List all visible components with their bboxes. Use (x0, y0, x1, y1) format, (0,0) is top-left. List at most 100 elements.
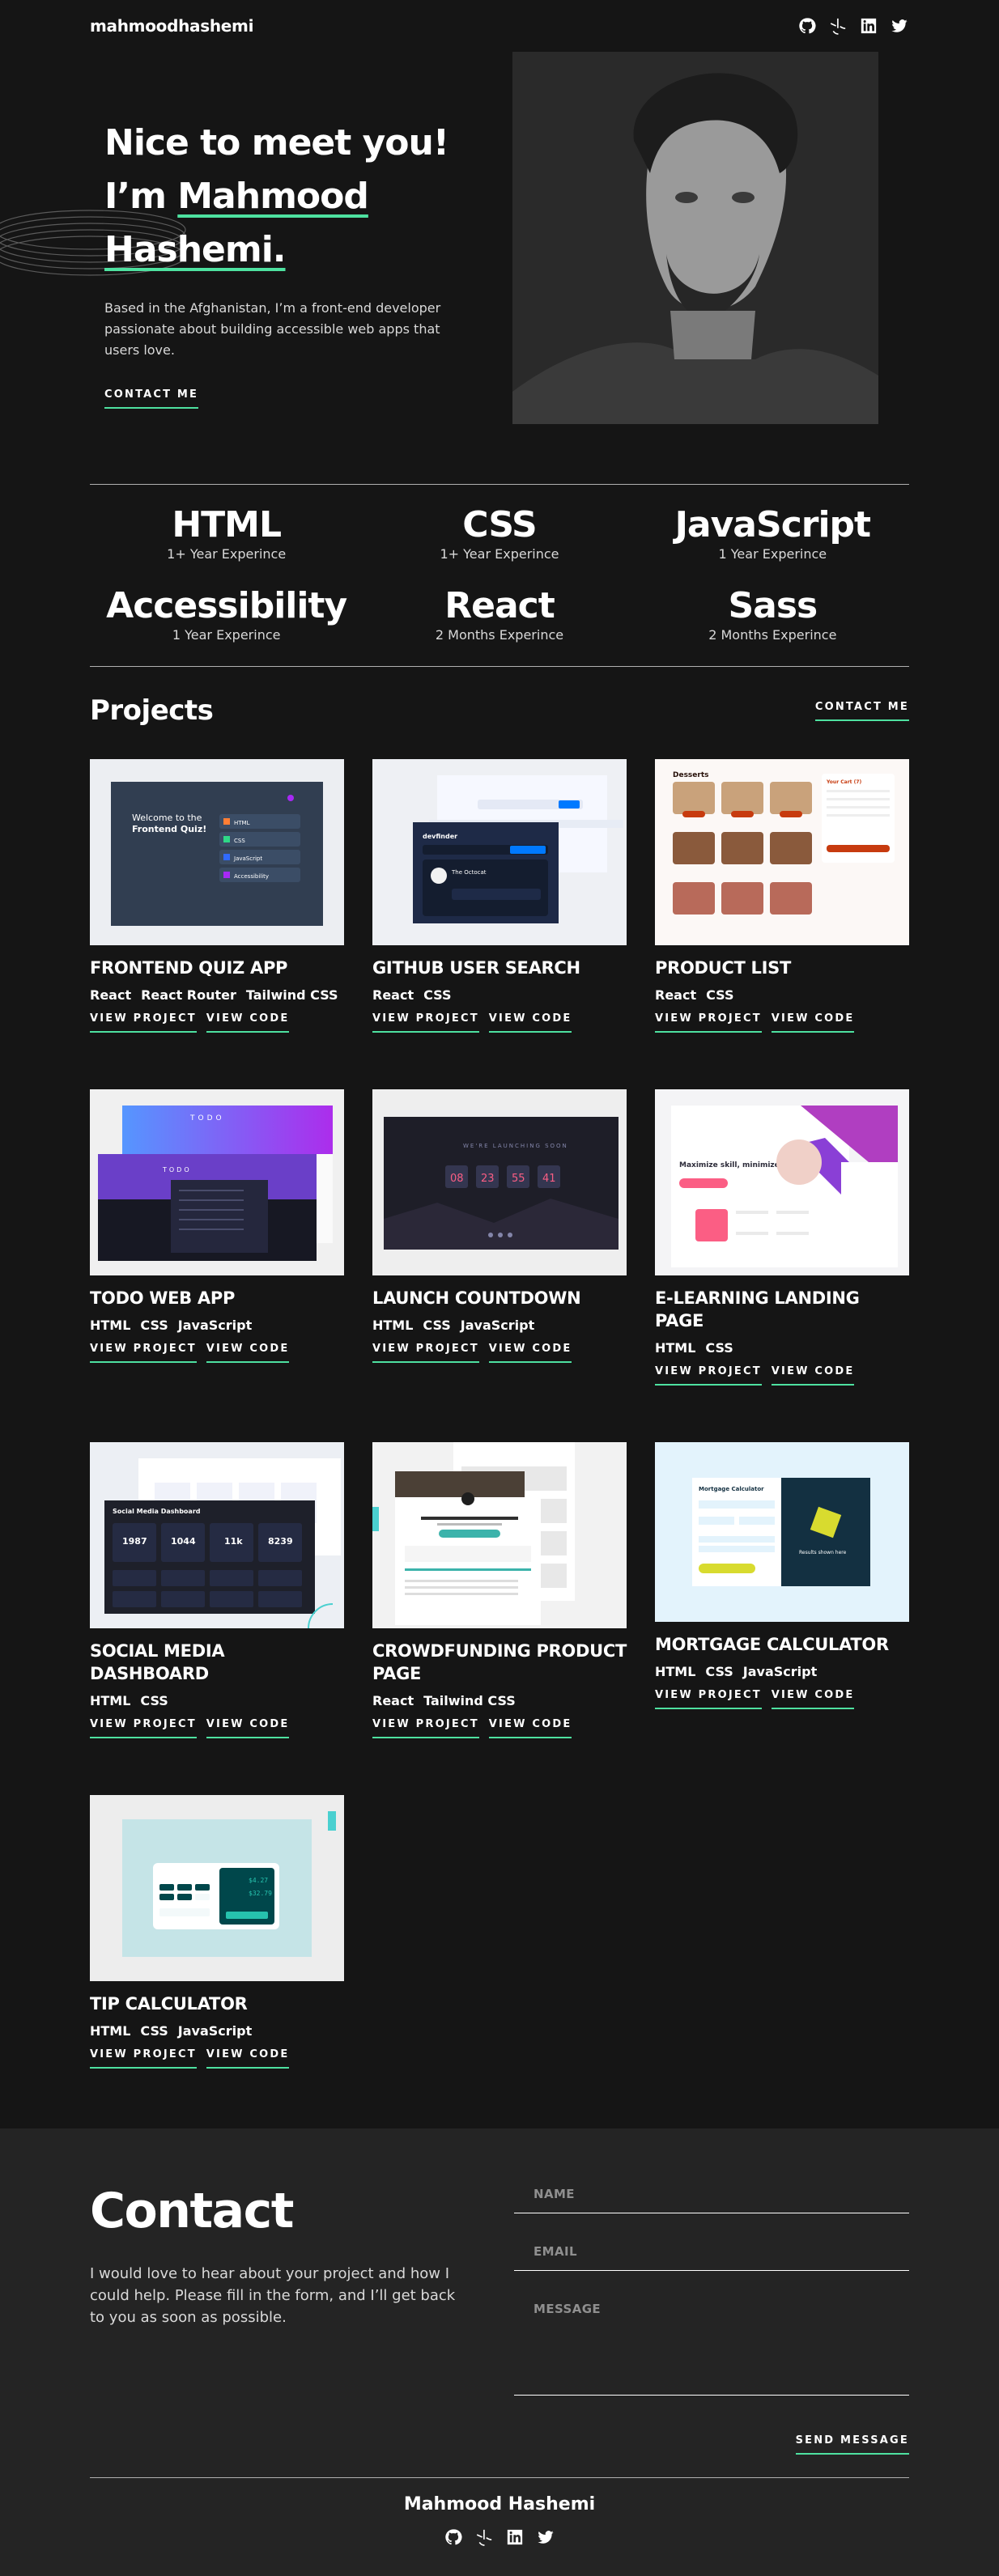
project-thumbnail-product-list[interactable]: Desserts Your Cart (7) (655, 759, 909, 945)
view-code-button[interactable]: VIEW CODE (488, 1012, 572, 1033)
brand-logo[interactable]: mahmoodhashemi (90, 16, 253, 36)
project-tags: React React Router Tailwind CSS (90, 987, 344, 1003)
dashboard-stat: 1987 (122, 1536, 147, 1547)
project-tag: CSS (140, 1318, 168, 1333)
project-tag: React (372, 987, 414, 1003)
project-actions: VIEW PROJECT VIEW CODE (90, 1012, 344, 1033)
project-tags: HTML CSS (90, 1693, 344, 1708)
view-code-button[interactable]: VIEW CODE (206, 1718, 290, 1738)
countdown-days: 08 (450, 1173, 464, 1185)
project-tag: CSS (706, 987, 734, 1003)
view-code-button[interactable]: VIEW CODE (206, 1012, 290, 1033)
projects-contact-button[interactable]: CONTACT ME (814, 701, 909, 721)
footer-social-links (90, 2527, 909, 2547)
project-thumbnail-elearning[interactable]: Maximize skill, minimize budget (655, 1089, 909, 1275)
skill-name: HTML (172, 504, 282, 545)
project-actions: VIEW PROJECT VIEW CODE (90, 2048, 344, 2069)
message-field[interactable]: MESSAGE (514, 2295, 909, 2396)
project-tag: JavaScript (177, 2023, 253, 2039)
skill-experience: 1+ Year Experince (167, 546, 287, 562)
hero-description: Based in the Afghanistan, I’m a front-en… (104, 300, 441, 358)
view-code-button[interactable]: VIEW CODE (771, 1689, 855, 1709)
skill-experience: 1+ Year Experince (440, 546, 559, 562)
email-field[interactable]: EMAIL (514, 2238, 909, 2271)
name-field[interactable]: NAME (514, 2180, 909, 2213)
view-code-button[interactable]: VIEW CODE (771, 1012, 855, 1033)
project-thumbnail-todo[interactable]: TODO TODO (90, 1089, 344, 1275)
twitter-icon[interactable] (536, 2527, 555, 2547)
linkedin-icon[interactable] (505, 2527, 525, 2547)
skill-item: HTML 1+ Year Experince (90, 504, 363, 562)
project-card: Maximize skill, minimize budget E-LEARNI… (655, 1089, 909, 1386)
project-thumbnail-tip[interactable]: $4.27 $32.79 (90, 1795, 344, 1981)
project-thumbnail-dashboard[interactable]: Social Media Dashboard 1987 1044 11k 823… (90, 1442, 344, 1628)
hero-greeting: Nice to meet you! (104, 122, 449, 163)
project-actions: VIEW PROJECT VIEW CODE (372, 1718, 627, 1738)
project-card: Mortgage Calculator Results shown here M… (655, 1442, 909, 1709)
project-actions: VIEW PROJECT VIEW CODE (655, 1012, 909, 1033)
quiz-option: JavaScript (233, 855, 262, 862)
project-tag: HTML (655, 1664, 696, 1679)
project-card: Social Media Dashboard 1987 1044 11k 823… (90, 1442, 344, 1738)
github-icon[interactable] (444, 2527, 463, 2547)
mortgage-result: Results shown here (799, 1550, 847, 1555)
view-project-button[interactable]: VIEW PROJECT (372, 1012, 479, 1033)
mortgage-title: Mortgage Calculator (699, 1486, 764, 1492)
project-card: Welcome to the Frontend Quiz! HTML CSS J… (90, 759, 344, 1033)
project-title: SOCIAL MEDIA DASHBOARD (90, 1641, 225, 1683)
github-user-name: The Octocat (451, 869, 487, 876)
view-project-button[interactable]: VIEW PROJECT (90, 1012, 197, 1033)
project-tag: React (90, 987, 132, 1003)
view-code-button[interactable]: VIEW CODE (488, 1343, 572, 1363)
view-project-button[interactable]: VIEW PROJECT (372, 1718, 479, 1738)
project-thumbnail-countdown[interactable]: WE'RE LAUNCHING SOON 08 23 55 41 (372, 1089, 627, 1275)
project-title: FRONTEND QUIZ APP (90, 958, 288, 978)
view-project-button[interactable]: VIEW PROJECT (655, 1012, 762, 1033)
contact-section: Contact I would love to hear about your … (0, 2128, 999, 2576)
project-tag: CSS (423, 1318, 451, 1333)
project-tags: HTML CSS JavaScript (655, 1664, 909, 1679)
skill-item: Sass 2 Months Experince (636, 585, 909, 643)
skill-name: React (444, 585, 555, 626)
view-project-button[interactable]: VIEW PROJECT (655, 1689, 762, 1709)
project-tag: React (372, 1693, 414, 1708)
view-code-button[interactable]: VIEW CODE (488, 1718, 572, 1738)
project-card: WE'RE LAUNCHING SOON 08 23 55 41 LAUNCH … (372, 1089, 627, 1363)
view-code-button[interactable]: VIEW CODE (206, 1343, 290, 1363)
view-project-button[interactable]: VIEW PROJECT (90, 2048, 197, 2069)
view-project-button[interactable]: VIEW PROJECT (90, 1343, 197, 1363)
view-project-button[interactable]: VIEW PROJECT (655, 1365, 762, 1386)
dashboard-stat: 8239 (268, 1536, 293, 1547)
project-thumbnail-crowdfunding[interactable] (372, 1442, 627, 1628)
project-actions: VIEW PROJECT VIEW CODE (372, 1343, 627, 1363)
profile-photo (512, 52, 878, 424)
todo-front-heading: TODO (162, 1166, 192, 1173)
projects-header: Projects CONTACT ME (90, 694, 909, 727)
project-tag: HTML (655, 1340, 696, 1356)
view-code-button[interactable]: VIEW CODE (771, 1365, 855, 1386)
skill-name: Sass (728, 585, 818, 626)
view-project-button[interactable]: VIEW PROJECT (90, 1718, 197, 1738)
skill-experience: 1 Year Experince (718, 546, 827, 562)
hero-contact-button[interactable]: CONTACT ME (104, 388, 199, 409)
linkedin-icon[interactable] (859, 16, 878, 36)
twitter-icon[interactable] (890, 16, 909, 36)
hero-text: Nice to meet you! I’m Mahmood Hashemi. B… (104, 117, 461, 409)
project-thumbnail-mortgage[interactable]: Mortgage Calculator Results shown here (655, 1442, 909, 1622)
frontend-mentor-icon[interactable] (828, 16, 848, 36)
view-code-button[interactable]: VIEW CODE (206, 2048, 290, 2069)
project-tag: HTML (90, 1318, 131, 1333)
projects-grid: Welcome to the Frontend Quiz! HTML CSS J… (90, 759, 909, 2069)
project-tag: CSS (423, 987, 452, 1003)
github-icon[interactable] (797, 16, 817, 36)
frontend-mentor-icon[interactable] (474, 2527, 494, 2547)
skill-name: Accessibility (106, 585, 347, 626)
skill-name: JavaScript (674, 504, 872, 545)
send-message-button[interactable]: SEND MESSAGE (795, 2434, 909, 2455)
project-card: Desserts Your Cart (7) PRODUCT LIST Reac… (655, 759, 909, 1033)
project-title: MORTGAGE CALCULATOR (655, 1635, 889, 1654)
hero-im: I’m (104, 176, 178, 217)
project-thumbnail-quiz[interactable]: Welcome to the Frontend Quiz! HTML CSS J… (90, 759, 344, 945)
view-project-button[interactable]: VIEW PROJECT (372, 1343, 479, 1363)
project-thumbnail-github[interactable]: devfinder The Octocat (372, 759, 627, 945)
